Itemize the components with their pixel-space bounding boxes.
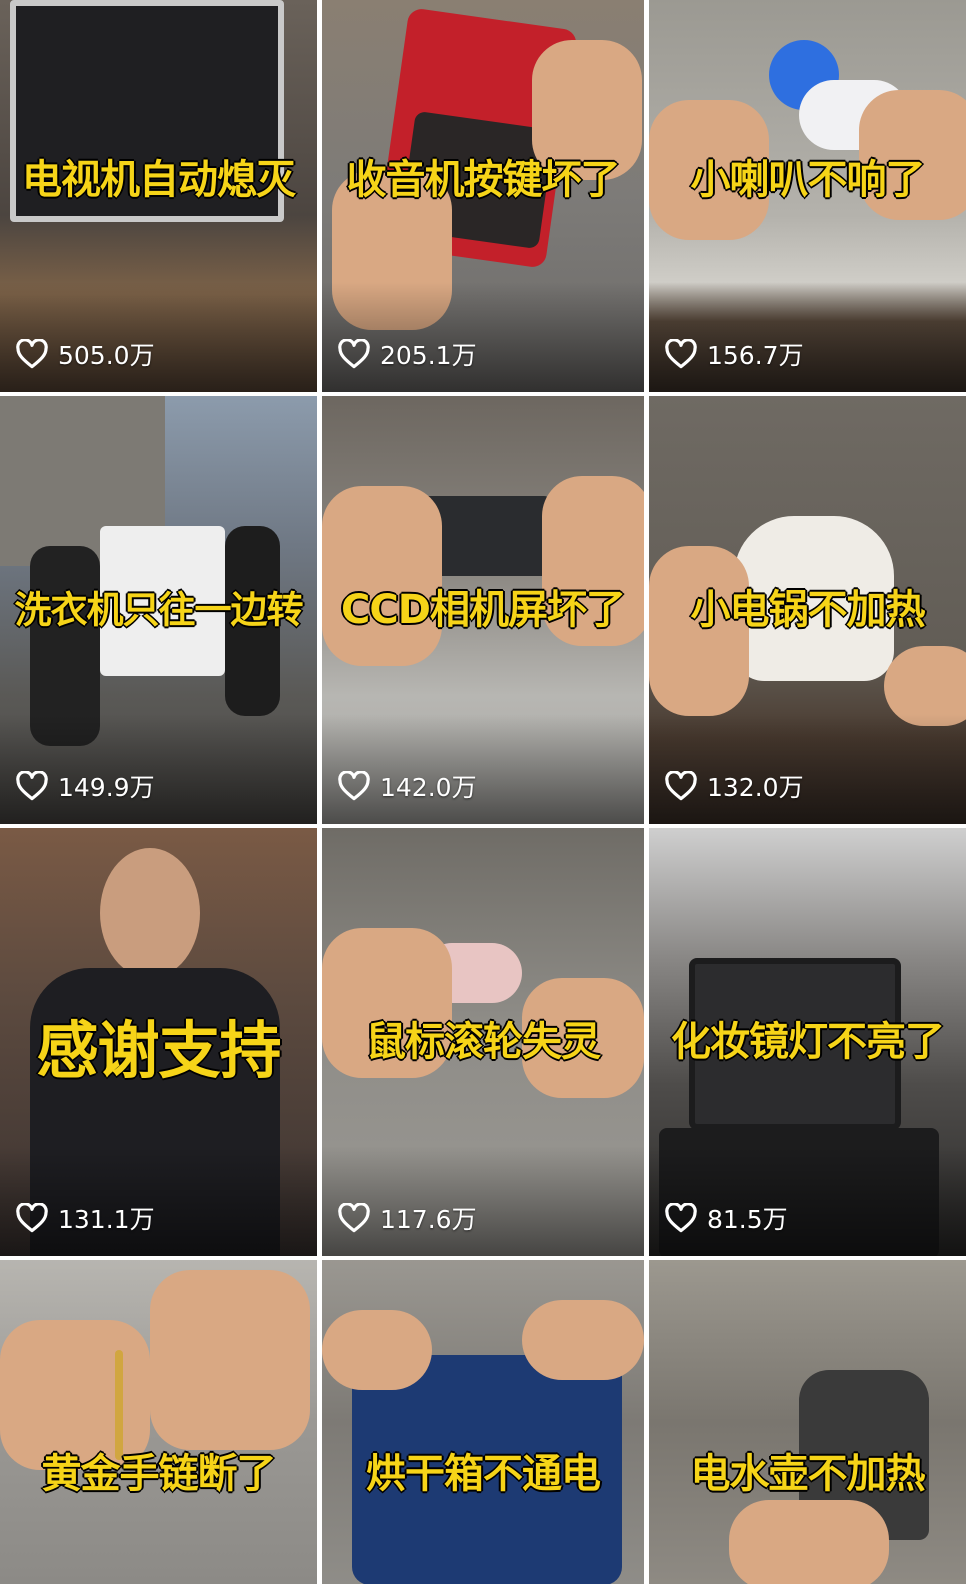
like-count-text: 132.0万 — [707, 773, 804, 802]
video-caption: 化妆镜灯不亮了 — [670, 1019, 946, 1065]
video-tile-tv[interactable]: 电视机自动熄灭 505.0万 — [0, 0, 317, 392]
hand-shape — [522, 1300, 644, 1380]
heart-outline-icon — [665, 339, 697, 369]
video-tile-radio[interactable]: 收音机按键坏了 205.1万 — [322, 0, 644, 392]
video-caption: 收音机按键坏了 — [346, 157, 622, 204]
person-head-shape — [100, 848, 200, 978]
video-caption: 小电锅不加热 — [690, 587, 927, 633]
video-tile-mouse[interactable]: 鼠标滚轮失灵 117.6万 — [322, 828, 644, 1256]
video-tile-mirror[interactable]: 化妆镜灯不亮了 81.5万 — [649, 828, 966, 1256]
video-caption: 烘干箱不通电 — [365, 1450, 602, 1497]
like-count: 81.5万 — [665, 1200, 788, 1236]
like-count-text: 205.1万 — [380, 341, 477, 370]
like-count-text: 505.0万 — [58, 341, 155, 370]
heart-outline-icon — [338, 339, 370, 369]
like-count-text: 131.1万 — [58, 1205, 155, 1234]
like-count-text: 117.6万 — [380, 1205, 477, 1234]
video-caption: 洗衣机只往一边转 — [14, 588, 305, 632]
video-tile-kettle[interactable]: 电水壶不加热 — [649, 1260, 966, 1584]
like-count-text: 142.0万 — [380, 773, 477, 802]
video-caption: 小喇叭不响了 — [690, 157, 927, 204]
like-count: 131.1万 — [16, 1200, 155, 1236]
video-caption: 电水壶不加热 — [690, 1450, 927, 1497]
video-tile-speaker[interactable]: 小喇叭不响了 156.7万 — [649, 0, 966, 392]
video-tile-bracelet[interactable]: 黄金手链断了 — [0, 1260, 317, 1584]
like-count: 156.7万 — [665, 336, 804, 372]
heart-outline-icon — [16, 339, 48, 369]
video-caption: 黄金手链断了 — [41, 1450, 278, 1497]
like-count: 132.0万 — [665, 768, 804, 804]
like-count: 117.6万 — [338, 1200, 477, 1236]
heart-outline-icon — [338, 1203, 370, 1233]
video-tile-dryer[interactable]: 烘干箱不通电 — [322, 1260, 644, 1584]
video-tile-rice-cooker[interactable]: 小电锅不加热 132.0万 — [649, 396, 966, 824]
video-caption: 电视机自动熄灭 — [21, 157, 297, 204]
like-count-text: 156.7万 — [707, 341, 804, 370]
video-caption: CCD相机屏坏了 — [340, 587, 627, 633]
like-count: 505.0万 — [16, 336, 155, 372]
video-tile-washer[interactable]: 洗衣机只往一边转 149.9万 — [0, 396, 317, 824]
hand-shape — [150, 1270, 310, 1450]
video-grid: 电视机自动熄灭 505.0万 收音机按键坏了 205.1万 小喇叭不响了 156… — [0, 0, 970, 1584]
like-count: 205.1万 — [338, 336, 477, 372]
video-tile-thanks[interactable]: 感谢支持 131.1万 — [0, 828, 317, 1256]
hand-shape — [322, 1310, 432, 1390]
hand-shape — [322, 486, 442, 666]
hand-shape — [729, 1500, 889, 1584]
like-count: 142.0万 — [338, 768, 477, 804]
like-count: 149.9万 — [16, 768, 155, 804]
like-count-text: 149.9万 — [58, 773, 155, 802]
video-tile-camera[interactable]: CCD相机屏坏了 142.0万 — [322, 396, 644, 824]
heart-outline-icon — [338, 771, 370, 801]
heart-outline-icon — [16, 1203, 48, 1233]
heart-outline-icon — [665, 771, 697, 801]
heart-outline-icon — [16, 771, 48, 801]
like-count-text: 81.5万 — [707, 1205, 788, 1234]
hand-shape — [0, 1320, 150, 1470]
video-caption: 感谢支持 — [35, 1013, 282, 1087]
bracelet-shape — [115, 1350, 123, 1460]
heart-outline-icon — [665, 1203, 697, 1233]
video-caption: 鼠标滚轮失灵 — [365, 1019, 602, 1065]
